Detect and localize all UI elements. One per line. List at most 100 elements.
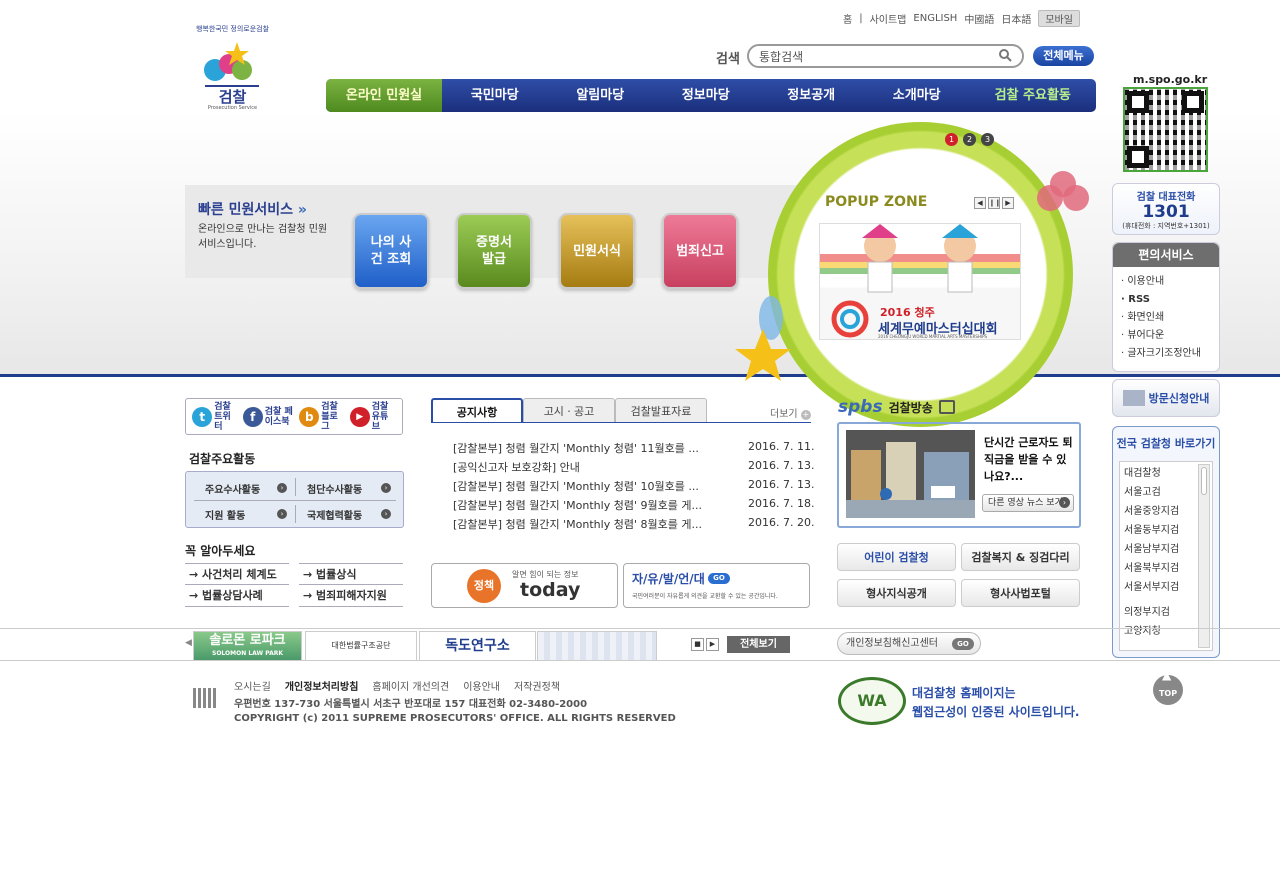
pause-icon[interactable]: ❙❙ [988, 197, 1001, 209]
nav-info-disclosure[interactable]: 정보공개 [758, 79, 863, 112]
criminal-knowledge-button[interactable]: 형사지식공개 [837, 579, 956, 607]
quick-service-desc: 온라인으로 만나는 검찰청 민원 서비스입니다. [198, 224, 328, 250]
must-know-item[interactable]: → 사건처리 체계도 [185, 563, 289, 585]
footer-link[interactable]: 이용안내 [463, 678, 500, 693]
court-item[interactable]: 서울남부지검 [1124, 540, 1208, 559]
my-case-button[interactable]: 나의 사건 조회 [353, 213, 429, 289]
tab-announcement[interactable]: 고시ㆍ공고 [523, 398, 615, 423]
kids-prosecution-button[interactable]: 어린이 검찰청 [837, 543, 956, 571]
criminal-justice-portal-button[interactable]: 형사사법포털 [961, 579, 1080, 607]
must-know-item[interactable]: → 범죄피해자지원 [299, 585, 403, 607]
court-item[interactable]: 의정부지검 [1124, 603, 1208, 622]
phone-note: (휴대전화 : 지역번호+1301) [1122, 222, 1210, 230]
all-menu-button[interactable]: 전체메뉴 [1033, 46, 1094, 66]
court-item[interactable]: 서울고검 [1124, 483, 1208, 502]
tab-underline [431, 422, 811, 423]
convenience-item-label: 이용안내 [1127, 276, 1165, 287]
popup-page-3[interactable]: 3 [981, 133, 994, 146]
must-know-item[interactable]: → 법률상담사례 [185, 585, 289, 607]
convenience-item[interactable]: · 뷰어다운 [1121, 327, 1211, 345]
more-video-button[interactable]: 다른 영상 뉴스 보기 › [982, 494, 1074, 512]
family-banner[interactable] [537, 631, 657, 661]
next-icon[interactable]: ▶ [1002, 197, 1014, 209]
utility-sitemap[interactable]: 사이트맵 [870, 11, 907, 26]
activity-item[interactable]: 국제협력활동 [307, 507, 362, 522]
plus-icon: + [800, 410, 811, 420]
court-item[interactable]: 서울중앙지검 [1124, 502, 1208, 521]
nav-intro-yard[interactable]: 소개마당 [864, 79, 969, 112]
search-input[interactable]: 통합검색 [747, 44, 1024, 68]
convenience-item-label: 글자크기조정안내 [1127, 348, 1201, 359]
wa-line1: 대검찰청 홈페이지는 [912, 686, 1016, 700]
activity-item[interactable]: 지원 활동 [205, 507, 245, 522]
activity-item[interactable]: 주요수사활동 [205, 481, 260, 496]
video-thumbnail[interactable] [846, 430, 975, 518]
utility-japanese[interactable]: 日本語 [1001, 11, 1031, 26]
footer-link[interactable]: 개인정보처리방침 [285, 678, 359, 693]
nav-online-civil[interactable]: 온라인 민원실 [326, 79, 443, 112]
logo[interactable]: 행복한국민 정의로운검찰 검찰 Prosecution Service [185, 18, 280, 113]
family-dokdo[interactable]: 독도연구소 [419, 631, 536, 661]
welfare-button[interactable]: 검찰복지 & 징검다리 [961, 543, 1080, 571]
certificate-button[interactable]: 증명서 발급 [456, 213, 532, 289]
crime-report-button[interactable]: 범죄신고 [662, 213, 738, 289]
footer-link[interactable]: 저작권정책 [514, 678, 560, 693]
view-all-button[interactable]: 전체보기 [727, 636, 790, 653]
footer-link[interactable]: 오시는길 [234, 678, 271, 693]
court-item[interactable]: 서울북부지검 [1124, 559, 1208, 578]
prev-icon[interactable]: ◀ [974, 197, 986, 209]
family-solomon[interactable]: 솔로몬 로파크 SOLOMON LAW PARK [193, 631, 302, 661]
sns-youtube[interactable]: ▶ 검찰 유튜브 [349, 402, 396, 432]
more-link[interactable]: 더보기 + [770, 405, 811, 420]
nav-major-activities[interactable]: 검찰 주요활동 [969, 79, 1096, 112]
nav-public-yard[interactable]: 국민마당 [442, 79, 547, 112]
court-item[interactable]: 서울서부지검 [1124, 578, 1208, 597]
sns-twitter[interactable]: t 검찰 트위터 [192, 402, 238, 432]
privacy-center-button[interactable]: 개인정보침해신고센터 GO [837, 632, 981, 655]
family-label: 솔로몬 로파크 [209, 633, 286, 648]
video-caption[interactable]: 단시간 근로자도 퇴직금을 받을 수 있나요?... [984, 434, 1076, 485]
visit-button[interactable]: 방문신청안내 [1112, 379, 1220, 417]
chevron-left-icon[interactable]: ◀ [185, 638, 192, 648]
free-speech-banner[interactable]: 자/유/발/언/대 GO 국민여러분이 자유롭게 의견을 교환할 수 있는 공간… [623, 563, 810, 608]
logo-subtitle: Prosecution Service [207, 105, 258, 111]
search-icon[interactable] [998, 48, 1012, 62]
notice-title[interactable]: [감찰본부] 청렴 월간지 'Monthly 청렴' 9월호를 게... [453, 497, 702, 513]
policy-today-banner[interactable]: 정책 알면 힘이 되는 정보 today [431, 563, 618, 608]
civil-forms-button[interactable]: 민원서식 [559, 213, 635, 289]
nav-notice-yard[interactable]: 알림마당 [548, 79, 653, 112]
popup-page-1[interactable]: 1 [945, 133, 958, 146]
tab-press[interactable]: 검찰발표자료 [615, 398, 707, 423]
court-scrollbar[interactable] [1198, 464, 1210, 648]
utility-home[interactable]: 홈 [843, 11, 852, 26]
popup-banner[interactable]: 2016 청주 세계무예마스터십대회 2016 CHEONGJU WORLD M… [819, 223, 1021, 340]
sns-facebook[interactable]: f 검찰 페이스북 [242, 406, 295, 427]
notice-title[interactable]: [감찰본부] 청렴 월간지 'Monthly 청렴' 8월호를 게... [453, 516, 702, 532]
court-item[interactable]: 서울동부지검 [1124, 521, 1208, 540]
blog-icon: b [299, 406, 320, 427]
sns-blog[interactable]: b 검찰 블로그 [299, 402, 345, 432]
stop-icon[interactable]: ■ [691, 638, 704, 651]
must-know-item[interactable]: → 법률상식 [299, 563, 403, 585]
convenience-item[interactable]: · RSS [1121, 291, 1211, 309]
notice-title[interactable]: [감찰본부] 청렴 월간지 'Monthly 청렴' 11월호를 ... [453, 440, 699, 456]
utility-chinese[interactable]: 中國語 [964, 11, 994, 26]
footer-link[interactable]: 홈페이지 개선의견 [372, 678, 449, 693]
court-item[interactable]: 대검찰청 [1124, 464, 1208, 483]
scroll-top-button[interactable]: ▲ TOP [1153, 669, 1183, 705]
convenience-item[interactable]: · 이용안내 [1121, 273, 1211, 291]
notice-title[interactable]: [감찰본부] 청렴 월간지 'Monthly 청렴' 10월호를 ... [453, 478, 699, 494]
convenience-item[interactable]: · 화면인쇄 [1121, 309, 1211, 327]
popup-page-2[interactable]: 2 [963, 133, 976, 146]
footer-copyright: COPYRIGHT (c) 2011 SUPREME PROSECUTORS' … [234, 713, 676, 724]
convenience-item[interactable]: · 글자크기조정안내 [1121, 345, 1211, 363]
sns-label: 검찰 페이스북 [264, 406, 293, 427]
nav-info-yard[interactable]: 정보마당 [653, 79, 758, 112]
tab-notice[interactable]: 공지사항 [431, 398, 523, 423]
utility-mobile[interactable]: 모바일 [1038, 10, 1080, 27]
family-legal-aid[interactable]: 대한법률구조공단 [305, 631, 417, 661]
activity-item[interactable]: 첨단수사활동 [307, 481, 362, 496]
notice-title[interactable]: [공익신고자 보호강화] 안내 [453, 459, 580, 475]
play-icon[interactable]: ▶ [706, 638, 719, 651]
utility-english[interactable]: ENGLISH [913, 13, 957, 24]
